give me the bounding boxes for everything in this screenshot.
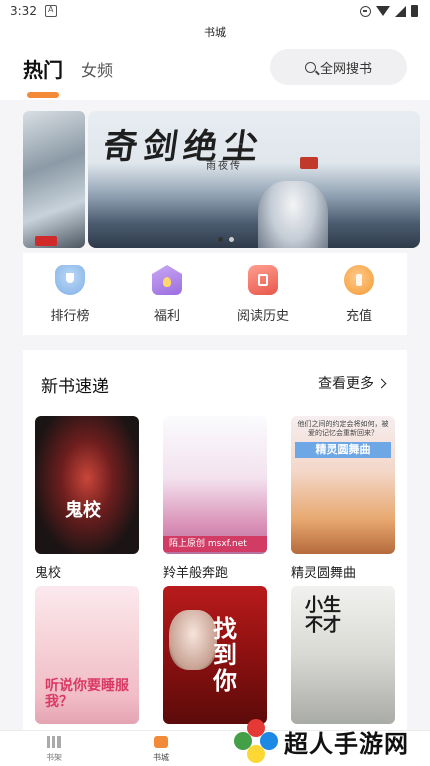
menu-label: 排行榜 [50,309,90,324]
quick-menu: 排行榜 福利 阅读历史 充值 [23,253,407,335]
book-cover[interactable]: 小生不才 [291,586,395,724]
book-cover[interactable]: 鬼校 [35,416,139,554]
tab-indicator [27,92,59,98]
watermark-logo-icon [234,719,278,763]
banner-slide[interactable]: 奇剑绝尘 雨夜传 [88,111,420,248]
recharge-icon [344,265,374,295]
cover-title: 鬼校 [65,500,101,521]
book-item[interactable]: 陌上原创 msxf.net 羚羊般奔跑 [163,416,267,581]
nav-bookshelf[interactable]: 书架 [24,736,84,763]
battery-icon [411,5,418,17]
header: 热门 女频 全网搜书 [0,44,430,100]
cover-badge: 陌上原创 msxf.net [163,536,267,552]
banner-stamp [300,157,318,169]
menu-item-history[interactable]: 阅读历史 [223,265,303,324]
book-title: 羚羊般奔跑 [163,566,229,581]
nav-label: 书架 [46,753,62,762]
menu-label: 充值 [345,309,372,324]
nav-bookstore[interactable]: 书城 [131,736,191,763]
book-item[interactable]: 他们之间的约定会将如何，被爱的记忆会重新回来？ 精灵圆舞曲 精灵圆舞曲 [291,416,395,581]
search-button[interactable]: 全网搜书 [270,49,407,85]
bookshelf-icon [47,736,61,748]
signal-icon [395,5,406,17]
banner-carousel[interactable]: 奇剑绝尘 雨夜传 [23,111,420,248]
status-time: 3:32 [10,4,37,18]
book-item[interactable]: 鬼校 鬼校 [35,416,139,581]
menu-item-recharge[interactable]: 充值 [319,265,399,324]
book-cover[interactable]: 听说你要睡服我？ [35,586,139,724]
app-title: 书城 [0,22,430,44]
cover-title: 听说你要睡服我？ [45,678,129,710]
history-icon [248,265,278,295]
banner-title: 奇剑绝尘 [100,127,267,167]
banner-subtitle: 雨夜传 [206,161,242,172]
search-label: 全网搜书 [319,61,372,77]
book-item[interactable]: 听说你要睡服我？ [35,586,139,724]
carousel-dot-active [218,237,223,242]
book-cover[interactable]: 找到你 [163,586,267,724]
tab-female[interactable]: 女频 [81,57,113,81]
do-not-disturb-icon [360,5,371,17]
banner-prev-slide[interactable] [23,111,85,248]
banner-figure-image [258,181,328,248]
watermark: 超人手游网 [234,716,430,766]
chevron-right-icon [376,378,387,388]
menu-label: 福利 [153,309,180,324]
cover-title: 精灵圆舞曲 [295,442,391,458]
cover-title: 找到你 [213,614,237,695]
watermark-text: 超人手游网 [284,729,409,758]
menu-item-ranking[interactable]: 排行榜 [30,265,110,324]
book-item[interactable]: 小生不才 [291,586,395,724]
book-cover[interactable]: 他们之间的约定会将如何，被爱的记忆会重新回来？ 精灵圆舞曲 [291,416,395,554]
cover-title: 小生不才 [305,595,341,636]
more-label: 查看更多 [318,376,374,392]
banner-prev-badge [35,236,57,246]
menu-label: 阅读历史 [236,309,289,324]
book-item[interactable]: 找到你 [163,586,267,724]
trophy-icon [55,265,85,295]
book-title: 鬼校 [35,566,62,581]
status-bar: 3:32 [0,0,430,22]
bookstore-icon [154,736,168,748]
search-icon [304,61,316,73]
book-title: 精灵圆舞曲 [291,566,357,581]
tab-hot[interactable]: 热门 [23,54,63,83]
menu-item-benefit[interactable]: 福利 [127,265,207,324]
cover-tagline: 他们之间的约定会将如何，被爱的记忆会重新回来？ [297,420,389,437]
carousel-dot [229,237,234,242]
nav-label: 书城 [153,753,169,762]
new-books-section: 新书速递 查看更多 鬼校 鬼校 陌上原创 msxf.net 羚羊般奔跑 他们之间… [23,350,407,730]
notification-icon [44,5,57,17]
book-cover[interactable]: 陌上原创 msxf.net [163,416,267,554]
section-title: 新书速递 [41,377,109,397]
wifi-icon [376,6,390,16]
cover-portrait [169,610,217,670]
more-button[interactable]: 查看更多 [318,373,387,393]
gift-icon [152,265,182,295]
